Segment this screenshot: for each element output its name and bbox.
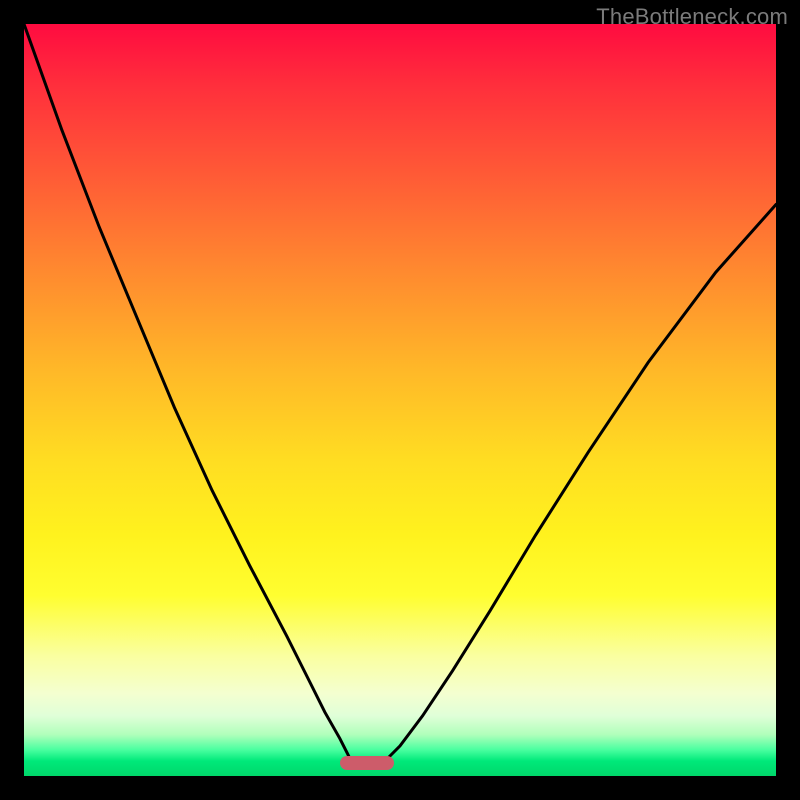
optimum-marker xyxy=(340,756,394,770)
curve-right-branch xyxy=(385,205,776,762)
bottleneck-curve xyxy=(24,24,776,776)
chart-frame xyxy=(24,24,776,776)
curve-left-branch xyxy=(24,24,351,761)
